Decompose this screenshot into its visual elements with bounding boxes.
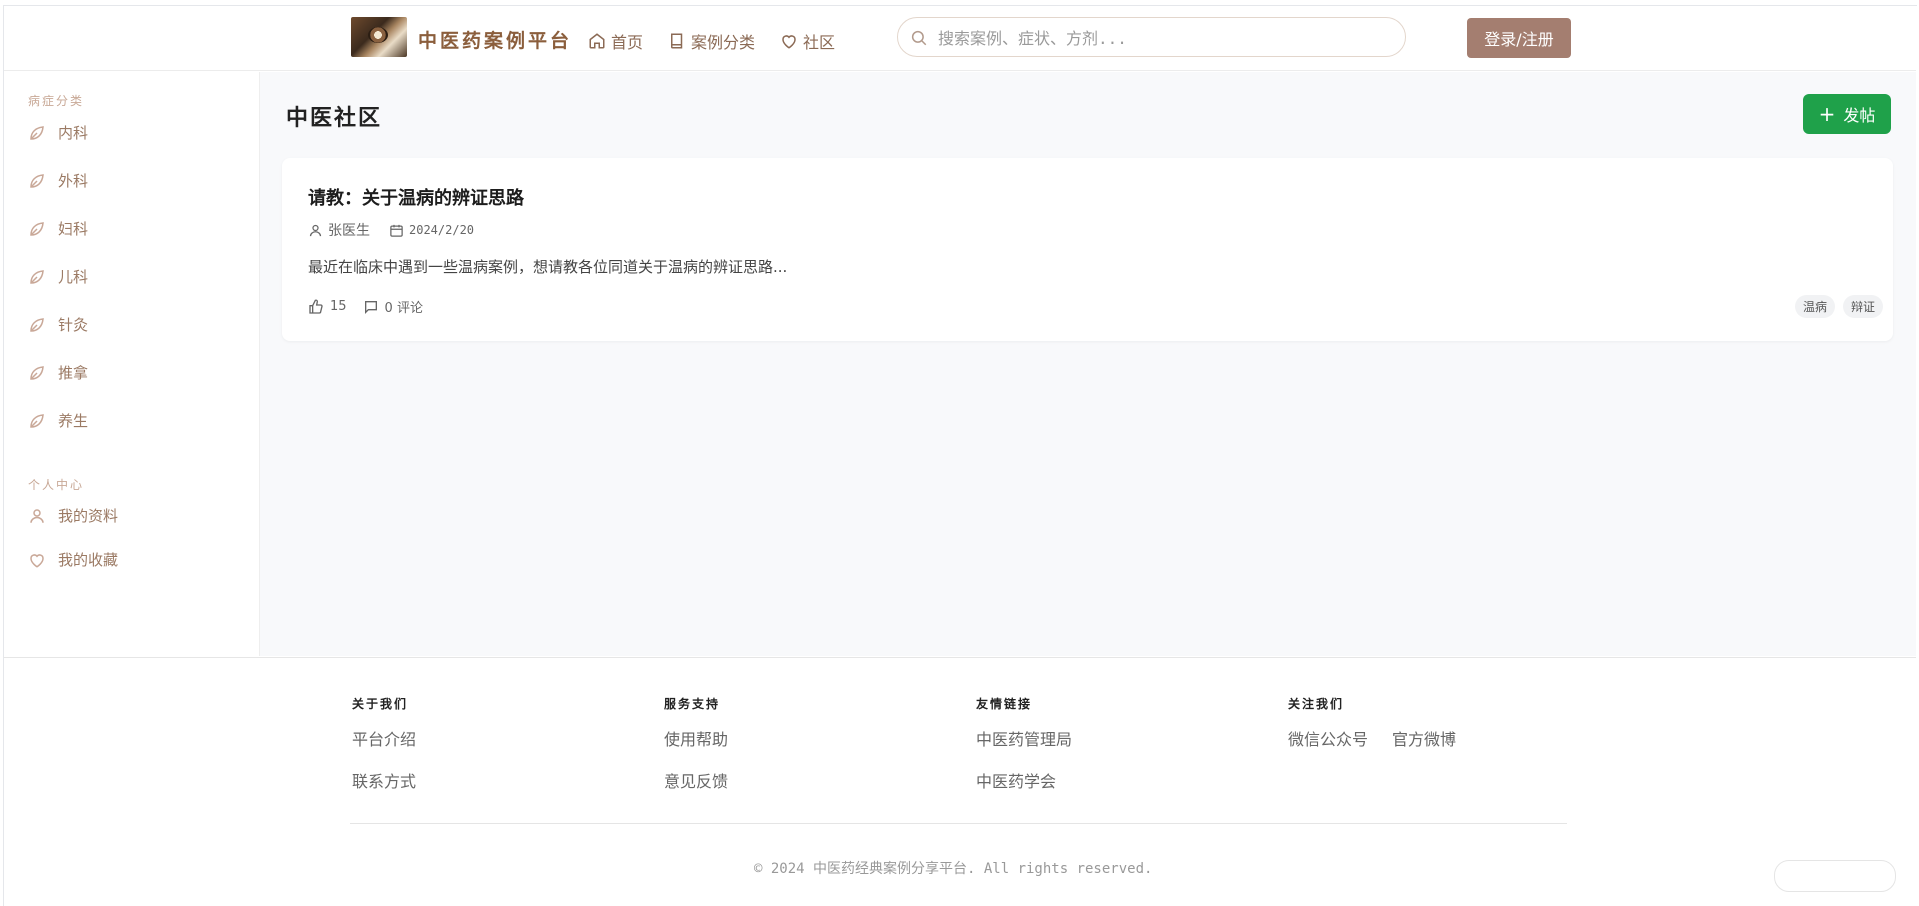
leaf-icon	[30, 125, 44, 140]
footer-column-title: 服务支持	[664, 697, 721, 711]
sidebar: 病症分类 内科 外科 妇科 儿科 针灸 推拿 养生 个人中心 我的资料 我的收藏	[4, 72, 260, 656]
sidebar-item-label: 内科	[58, 124, 89, 142]
post-tags: 温病 辩证	[1794, 295, 1883, 318]
sidebar-item-label: 外科	[58, 172, 89, 190]
login-register-button[interactable]: 登录/注册	[1467, 18, 1571, 58]
sidebar-item-label: 针灸	[58, 316, 89, 334]
footer-link[interactable]: 微信公众号	[1288, 726, 1368, 750]
footer-column-title: 友情链接	[976, 697, 1033, 711]
footer-divider	[350, 823, 1567, 824]
book-icon	[671, 33, 683, 49]
search-box	[897, 17, 1406, 57]
nav-home[interactable]: 首页	[588, 29, 643, 53]
sidebar-item-label: 推拿	[58, 364, 89, 382]
copyright-text: © 2024 中医药经典案例分享平台. All rights reserved.	[754, 861, 1153, 877]
sidebar-item-pediatrics[interactable]: 儿科	[28, 266, 88, 287]
nav-community[interactable]: 社区	[780, 29, 835, 53]
footer-link[interactable]: 使用帮助	[664, 726, 728, 750]
post-stats: 15 0 评论	[308, 297, 423, 316]
comment-count: 0 评论	[384, 301, 423, 316]
sidebar-item-massage[interactable]: 推拿	[28, 362, 88, 383]
post-excerpt: 最近在临床中遇到一些温病案例，想请教各位同道关于温病的辨证思路...	[308, 258, 788, 276]
like-count: 15	[330, 299, 347, 314]
footer-column-title: 关注我们	[1288, 697, 1345, 711]
search-icon	[911, 30, 927, 46]
new-post-label: 发帖	[1843, 106, 1876, 125]
heart-icon	[782, 35, 796, 49]
footer-link[interactable]: 官方微博	[1392, 726, 1456, 750]
sidebar-section-title: 个人中心	[28, 478, 85, 492]
nav-categories[interactable]: 案例分类	[668, 29, 755, 53]
leaf-icon	[30, 221, 44, 236]
tag[interactable]: 辩证	[1842, 295, 1883, 318]
footer-link[interactable]: 平台介绍	[352, 726, 416, 750]
sidebar-item-favorites[interactable]: 我的收藏	[28, 549, 118, 570]
calendar-icon	[390, 224, 403, 237]
leaf-icon	[30, 413, 44, 428]
floating-button[interactable]	[1774, 860, 1896, 892]
sidebar-item-label: 我的资料	[58, 507, 119, 525]
leaf-icon	[30, 173, 44, 188]
site-logo-text[interactable]: 中医药案例平台	[418, 26, 572, 53]
footer-link[interactable]: 中医药学会	[976, 768, 1072, 792]
tag[interactable]: 温病	[1794, 295, 1835, 318]
home-icon	[589, 33, 605, 49]
sidebar-item-acupuncture[interactable]: 针灸	[28, 314, 88, 335]
nav-categories-label: 案例分类	[691, 33, 756, 52]
sidebar-item-internal[interactable]: 内科	[28, 122, 88, 143]
new-post-button[interactable]: + 发帖	[1803, 94, 1891, 134]
nav-home-label: 首页	[611, 33, 644, 52]
page-title: 中医社区	[286, 105, 383, 131]
logo-image[interactable]	[351, 17, 407, 57]
main-content: 中医社区 + 发帖 请教：关于温病的辨证思路 张医生 2024/2/20 最近在…	[260, 72, 1916, 656]
user-icon	[30, 508, 44, 523]
comment-icon[interactable]	[363, 299, 379, 315]
sidebar-item-gynecology[interactable]: 妇科	[28, 218, 88, 239]
search-input[interactable]	[936, 26, 1390, 50]
sidebar-item-surgery[interactable]: 外科	[28, 170, 88, 191]
footer-column-links: 友情链接 中医药管理局 中医药学会	[976, 695, 1072, 810]
leaf-icon	[30, 317, 44, 332]
post-author: 张医生	[328, 223, 370, 239]
footer-link[interactable]: 中医药管理局	[976, 726, 1072, 750]
footer-link[interactable]: 联系方式	[352, 768, 416, 792]
sidebar-item-label: 儿科	[58, 268, 89, 286]
sidebar-item-profile[interactable]: 我的资料	[28, 505, 118, 526]
footer-follow-links: 微信公众号 官方微博	[1288, 726, 1456, 768]
post-meta: 张医生 2024/2/20	[308, 220, 474, 240]
post-title[interactable]: 请教：关于温病的辨证思路	[308, 184, 524, 210]
sidebar-item-wellness[interactable]: 养生	[28, 410, 88, 431]
leaf-icon	[30, 269, 44, 284]
plus-icon: +	[1818, 102, 1836, 126]
heart-icon	[30, 553, 44, 568]
sidebar-item-label: 我的收藏	[58, 551, 119, 569]
footer-column-title: 关于我们	[352, 697, 409, 711]
post-card[interactable]: 请教：关于温病的辨证思路 张医生 2024/2/20 最近在临床中遇到一些温病案…	[282, 158, 1893, 341]
footer-column-about: 关于我们 平台介绍 联系方式	[352, 695, 416, 810]
sidebar-section-title: 病症分类	[28, 94, 85, 108]
thumbs-up-icon[interactable]	[308, 299, 324, 315]
footer-column-support: 服务支持 使用帮助 意见反馈	[664, 695, 728, 810]
user-icon	[309, 224, 322, 236]
sidebar-item-label: 养生	[58, 412, 89, 430]
sidebar-item-label: 妇科	[58, 220, 89, 238]
footer-link[interactable]: 意见反馈	[664, 768, 728, 792]
top-header: 中医药案例平台 首页 案例分类 社区 登录/注册	[4, 6, 1916, 71]
post-date: 2024/2/20	[409, 223, 475, 237]
nav-community-label: 社区	[803, 33, 836, 52]
leaf-icon	[30, 365, 44, 380]
footer-column-follow: 关注我们 微信公众号 官方微博	[1288, 695, 1456, 768]
footer: 关于我们 平台介绍 联系方式 服务支持 使用帮助 意见反馈 友情链接 中医药管理…	[4, 657, 1916, 892]
